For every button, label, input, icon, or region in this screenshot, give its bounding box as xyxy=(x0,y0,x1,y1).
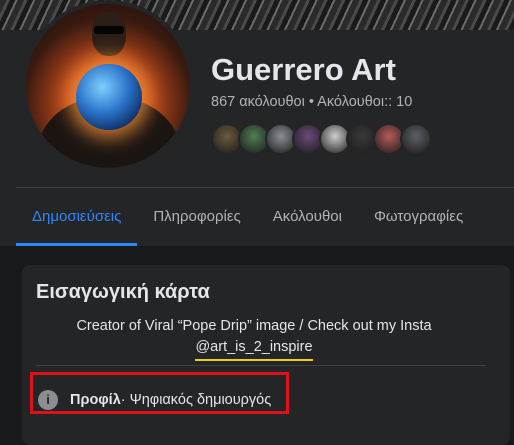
intro-card-title: Εισαγωγική κάρτα xyxy=(36,281,210,303)
profile-name[interactable]: Guerrero Art xyxy=(211,52,396,88)
bio-text: Creator of Viral “Pope Drip” image / Che… xyxy=(22,316,486,361)
feed-area: Εισαγωγική κάρτα Creator of Viral “Pope … xyxy=(0,246,514,445)
follower-stats[interactable]: 867 ακόλουθοι • Ακόλουθοι:: 10 xyxy=(211,94,412,110)
tab-photos[interactable]: Φωτογραφίες xyxy=(358,188,479,246)
friend-avatar[interactable] xyxy=(400,123,432,155)
globe-icon xyxy=(76,64,142,130)
profile-label: Προφίλ xyxy=(70,392,121,408)
tab-about[interactable]: Πληροφορίες xyxy=(137,188,256,246)
profile-category-row: i Προφίλ · Ψηφιακός δημιουργός xyxy=(38,390,271,410)
intro-card: Εισαγωγική κάρτα Creator of Viral “Pope … xyxy=(22,265,510,445)
instagram-handle-link[interactable]: @art_is_2_inspire xyxy=(195,337,313,361)
tab-posts[interactable]: Δημοσιεύσεις xyxy=(16,188,138,246)
avatar-figure-head xyxy=(92,12,126,56)
avatar[interactable] xyxy=(26,4,190,168)
avatar-figure-glasses xyxy=(94,26,124,34)
category-label: · Ψηφιακός δημιουργός xyxy=(120,392,272,408)
profile-tabs: Δημοσιεύσεις Πληροφορίες Ακόλουθοι Φωτογ… xyxy=(16,188,479,246)
card-divider xyxy=(36,365,486,366)
bio-line: Creator of Viral “Pope Drip” image / Che… xyxy=(76,318,432,334)
info-icon: i xyxy=(38,390,58,410)
friends-avatars xyxy=(211,123,432,155)
tab-followers[interactable]: Ακόλουθοι xyxy=(257,188,358,246)
